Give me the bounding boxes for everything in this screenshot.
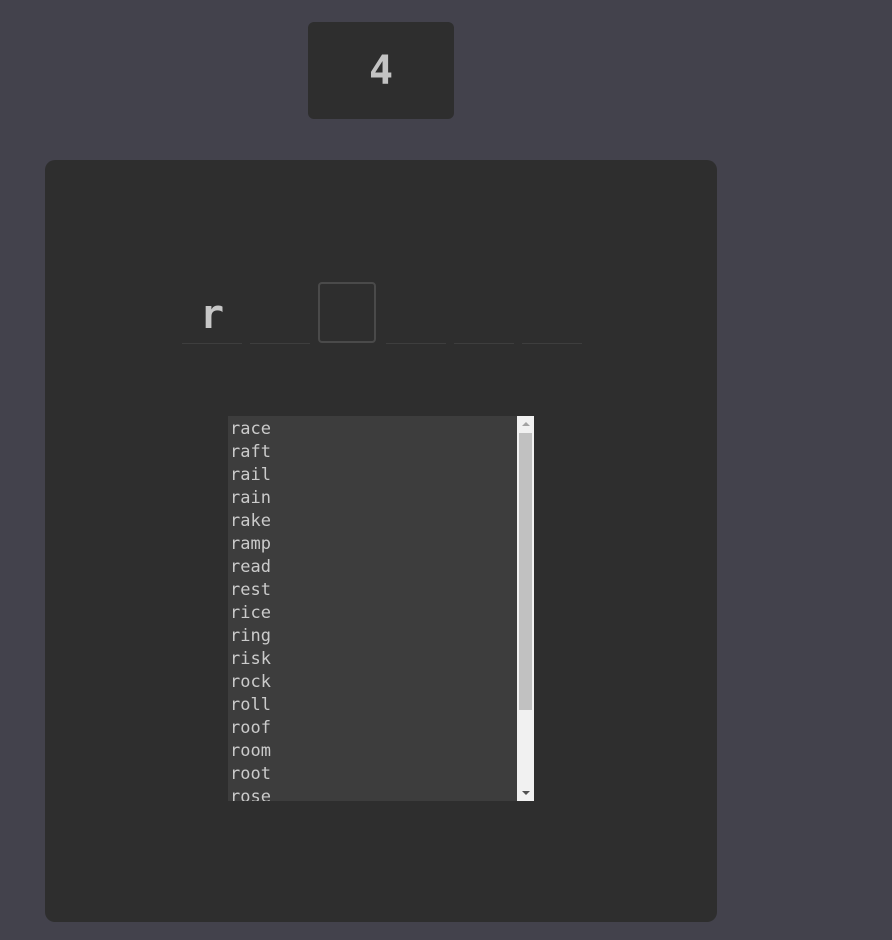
letter-slot-1[interactable]: r <box>182 282 242 344</box>
letter-slot-4[interactable] <box>386 282 446 344</box>
word-list-item[interactable]: read <box>230 556 271 579</box>
counter-display: 4 <box>308 22 454 119</box>
word-list-item[interactable]: roof <box>230 717 271 740</box>
scroll-down-button[interactable] <box>517 785 534 801</box>
word-list-item[interactable]: ramp <box>230 533 271 556</box>
word-list-item[interactable]: rain <box>230 487 271 510</box>
letter-slot-3-active[interactable] <box>318 282 376 343</box>
word-list-item[interactable]: rest <box>230 579 271 602</box>
word-list-item[interactable]: rose <box>230 786 271 801</box>
letter-slot-6[interactable] <box>522 282 582 344</box>
word-list-item[interactable]: risk <box>230 648 271 671</box>
word-list-item[interactable]: rail <box>230 464 271 487</box>
arrow-up-icon <box>521 422 530 426</box>
word-list-item[interactable]: rake <box>230 510 271 533</box>
counter-value: 4 <box>368 47 394 94</box>
game-panel: r race raft rail rain rake ramp read res… <box>45 160 717 922</box>
scroll-up-button[interactable] <box>517 416 534 432</box>
word-list-item[interactable]: roll <box>230 694 271 717</box>
word-list-item[interactable]: raft <box>230 441 271 464</box>
word-list-item[interactable]: race <box>230 418 271 441</box>
arrow-down-icon <box>521 791 530 795</box>
word-list-item[interactable]: ring <box>230 625 271 648</box>
letter-slot-5[interactable] <box>454 282 514 344</box>
word-listbox[interactable]: race raft rail rain rake ramp read rest … <box>228 416 534 801</box>
word-list-item[interactable]: rock <box>230 671 271 694</box>
word-list-item[interactable]: rice <box>230 602 271 625</box>
word-list-item[interactable]: room <box>230 740 271 763</box>
vertical-scrollbar[interactable] <box>517 416 534 801</box>
scrollbar-thumb[interactable] <box>519 433 532 710</box>
word-list: race raft rail rain rake ramp read rest … <box>230 418 271 801</box>
word-list-item[interactable]: root <box>230 763 271 786</box>
letter-slot-2[interactable] <box>250 282 310 344</box>
